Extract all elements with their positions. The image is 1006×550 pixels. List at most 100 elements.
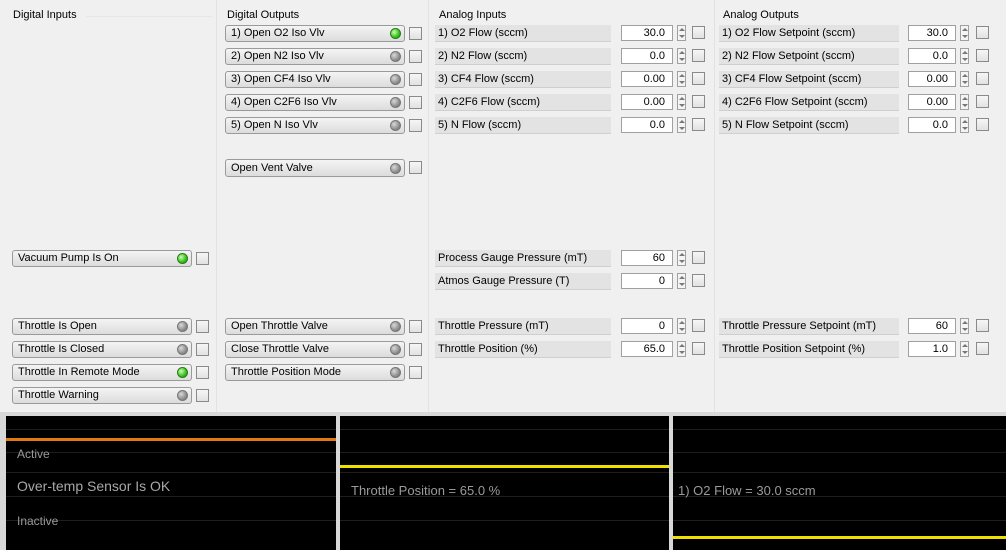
c2f6-flow-value[interactable]: 0.00 [621, 94, 673, 110]
throttle-warning-checkbox[interactable] [196, 389, 209, 402]
throttle-closed-checkbox[interactable] [196, 343, 209, 356]
throttle-position-value[interactable]: 65.0 [621, 341, 673, 357]
led-icon [177, 367, 188, 378]
cf4-setpoint-input[interactable]: 0.00 [908, 71, 956, 87]
chart-label: 1) O2 Flow = 30.0 sccm [678, 483, 816, 498]
spinner-icon[interactable] [677, 273, 686, 289]
spinner-icon[interactable] [677, 117, 686, 133]
open-n-iso-button[interactable]: 5) Open N Iso Vlv [225, 117, 405, 134]
throttle-position-mode-button[interactable]: Throttle Position Mode [225, 364, 405, 381]
cf4-setpoint-checkbox[interactable] [976, 72, 989, 85]
throttle-position-setpoint-input[interactable]: 1.0 [908, 341, 956, 357]
open-c2f6-iso-button[interactable]: 4) Open C2F6 Iso Vlv [225, 94, 405, 111]
open-o2-iso-button[interactable]: 1) Open O2 Iso Vlv [225, 25, 405, 42]
throttle-open-indicator: Throttle Is Open [12, 318, 192, 335]
throttle-position-chart: Throttle Position = 65.0 % [340, 416, 669, 550]
gridline [340, 520, 669, 521]
open-throttle-valve-checkbox[interactable] [409, 320, 422, 333]
close-throttle-valve-checkbox[interactable] [409, 343, 422, 356]
analog-output-label: Throttle Pressure Setpoint (mT) [719, 318, 899, 335]
n2-setpoint-checkbox[interactable] [976, 49, 989, 62]
spinner-icon[interactable] [960, 94, 969, 110]
throttle-open-checkbox[interactable] [196, 320, 209, 333]
spinner-icon[interactable] [960, 341, 969, 357]
n2-flow-value[interactable]: 0.0 [621, 48, 673, 64]
throttle-remote-checkbox[interactable] [196, 366, 209, 379]
button-label: Open Throttle Valve [231, 320, 328, 332]
row-label: 5) N Flow (sccm) [438, 119, 522, 131]
vacuum-pump-checkbox[interactable] [196, 252, 209, 265]
throttle-closed-indicator: Throttle Is Closed [12, 341, 192, 358]
button-label: Throttle Position Mode [231, 366, 342, 378]
analog-output-label: 2) N2 Flow Setpoint (sccm) [719, 48, 899, 65]
open-cf4-iso-checkbox[interactable] [409, 73, 422, 86]
row-label: Throttle Pressure Setpoint (mT) [722, 320, 877, 332]
n2-flow-checkbox[interactable] [692, 49, 705, 62]
throttle-pressure-value[interactable]: 0 [621, 318, 673, 334]
o2-setpoint-input[interactable]: 30.0 [908, 25, 956, 41]
spinner-icon[interactable] [677, 341, 686, 357]
spinner-icon[interactable] [960, 318, 969, 334]
throttle-remote-indicator: Throttle In Remote Mode [12, 364, 192, 381]
c2f6-setpoint-checkbox[interactable] [976, 95, 989, 108]
open-n2-iso-checkbox[interactable] [409, 50, 422, 63]
c2f6-setpoint-input[interactable]: 0.00 [908, 94, 956, 110]
open-c2f6-iso-checkbox[interactable] [409, 96, 422, 109]
row-label: Throttle Position Setpoint (%) [722, 343, 866, 355]
spinner-icon[interactable] [960, 48, 969, 64]
open-n2-iso-button[interactable]: 2) Open N2 Iso Vlv [225, 48, 405, 65]
spinner-icon[interactable] [677, 250, 686, 266]
process-gauge-checkbox[interactable] [692, 251, 705, 264]
button-label: 1) Open O2 Iso Vlv [231, 27, 325, 39]
row-label: 3) CF4 Flow (sccm) [438, 73, 534, 85]
spinner-icon[interactable] [677, 94, 686, 110]
throttle-pressure-setpoint-input[interactable]: 60 [908, 318, 956, 334]
vacuum-pump-indicator: Vacuum Pump Is On [12, 250, 192, 267]
open-throttle-valve-button[interactable]: Open Throttle Valve [225, 318, 405, 335]
spinner-icon[interactable] [677, 71, 686, 87]
open-cf4-iso-button[interactable]: 3) Open CF4 Iso Vlv [225, 71, 405, 88]
n-setpoint-input[interactable]: 0.0 [908, 117, 956, 133]
throttle-pressure-checkbox[interactable] [692, 319, 705, 332]
spinner-icon[interactable] [677, 318, 686, 334]
cf4-flow-value[interactable]: 0.00 [621, 71, 673, 87]
button-label: 4) Open C2F6 Iso Vlv [231, 96, 337, 108]
n-flow-checkbox[interactable] [692, 118, 705, 131]
led-icon [390, 74, 401, 85]
n-setpoint-checkbox[interactable] [976, 118, 989, 131]
o2-setpoint-checkbox[interactable] [976, 26, 989, 39]
field-value: 0.0 [932, 119, 948, 131]
analog-input-label: 1) O2 Flow (sccm) [435, 25, 611, 42]
field-value: 0 [658, 275, 665, 287]
throttle-pressure-setpoint-checkbox[interactable] [976, 319, 989, 332]
open-vent-valve-button[interactable]: Open Vent Valve [225, 159, 405, 177]
open-n-iso-checkbox[interactable] [409, 119, 422, 132]
gridline [673, 520, 1006, 521]
led-icon [390, 97, 401, 108]
o2-flow-checkbox[interactable] [692, 26, 705, 39]
throttle-position-mode-checkbox[interactable] [409, 366, 422, 379]
spinner-icon[interactable] [677, 48, 686, 64]
spinner-icon[interactable] [960, 25, 969, 41]
throttle-position-setpoint-checkbox[interactable] [976, 342, 989, 355]
field-value: 0.0 [649, 50, 665, 62]
c2f6-flow-checkbox[interactable] [692, 95, 705, 108]
open-vent-valve-checkbox[interactable] [409, 161, 422, 174]
close-throttle-valve-button[interactable]: Close Throttle Valve [225, 341, 405, 358]
spinner-icon[interactable] [677, 25, 686, 41]
cf4-flow-checkbox[interactable] [692, 72, 705, 85]
open-o2-iso-checkbox[interactable] [409, 27, 422, 40]
n2-setpoint-input[interactable]: 0.0 [908, 48, 956, 64]
field-value: 65.0 [643, 343, 665, 355]
atmos-gauge-checkbox[interactable] [692, 274, 705, 287]
spinner-icon[interactable] [960, 117, 969, 133]
n-flow-value[interactable]: 0.0 [621, 117, 673, 133]
atmos-gauge-value[interactable]: 0 [621, 273, 673, 289]
throttle-position-checkbox[interactable] [692, 342, 705, 355]
analog-input-label: 5) N Flow (sccm) [435, 117, 611, 134]
led-icon [390, 321, 401, 332]
o2-flow-value[interactable]: 30.0 [621, 25, 673, 41]
process-gauge-value[interactable]: 60 [621, 250, 673, 266]
spinner-icon[interactable] [960, 71, 969, 87]
button-label: Open Vent Valve [231, 162, 313, 174]
